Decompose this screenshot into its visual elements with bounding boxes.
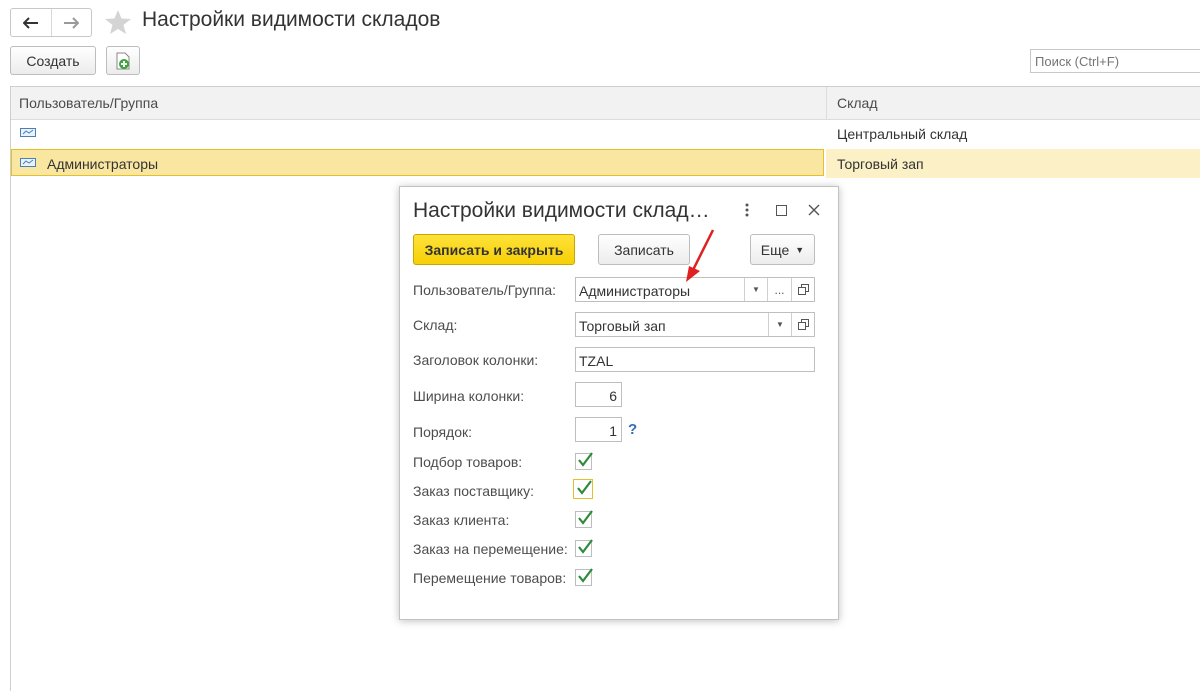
checkbox-transfer-order[interactable] (575, 539, 593, 557)
checkbox-label-goods-transfer: Перемещение товаров: (413, 570, 567, 586)
warehouse-value: Торговый зап (579, 318, 666, 334)
chevron-down-icon: ▼ (795, 244, 805, 255)
column-width-label: Ширина колонки: (413, 388, 525, 404)
open-button[interactable] (791, 313, 814, 336)
checkbox-goods-transfer[interactable] (575, 568, 593, 586)
more-button[interactable]: Еще ▼ (750, 234, 815, 265)
user-group-icon (20, 158, 36, 167)
dialog-title: Настройки видимости склад… (413, 199, 710, 222)
checkbox-label-supplier-order: Заказ поставщику: (413, 483, 534, 499)
checkmark-icon (578, 568, 593, 583)
settings-dialog: Настройки видимости склад… Записать и за… (399, 186, 839, 620)
cell-warehouse: Центральный склад (837, 126, 968, 142)
user-group-icon (20, 128, 36, 137)
ellipsis-icon: ... (774, 282, 785, 297)
arrow-left-icon (22, 16, 38, 29)
column-header-warehouse[interactable]: Склад (837, 95, 878, 111)
warehouse-field[interactable]: Торговый зап ▼ (575, 312, 815, 337)
help-icon[interactable]: ? (628, 421, 637, 438)
column-header-label: Заголовок колонки: (413, 352, 539, 368)
warehouse-label: Склад: (413, 317, 458, 333)
user-group-label: Пользователь/Группа: (413, 282, 557, 298)
arrow-right-icon (64, 16, 80, 29)
column-divider (826, 87, 827, 119)
open-window-icon (797, 319, 809, 330)
add-document-icon (116, 52, 130, 69)
create-button[interactable]: Создать (10, 46, 96, 75)
search-input[interactable] (1030, 49, 1200, 73)
column-width-input[interactable]: 6 (575, 382, 622, 407)
forward-button[interactable] (50, 9, 92, 36)
checkbox-supplier-order[interactable] (573, 479, 593, 499)
back-button[interactable] (11, 9, 51, 36)
table-row-selected[interactable]: Администраторы Торговый зап (11, 149, 1200, 178)
column-header-user-group[interactable]: Пользователь/Группа (19, 95, 158, 111)
chevron-down-icon: ▼ (752, 285, 760, 294)
order-label: Порядок: (413, 424, 473, 440)
history-nav-group (10, 8, 92, 37)
more-button-label: Еще (760, 241, 790, 258)
select-button[interactable]: ... (767, 278, 791, 301)
order-input[interactable]: 1 (575, 417, 622, 442)
column-header-input[interactable]: TZAL (575, 347, 815, 372)
table-row[interactable]: Центральный склад (11, 119, 1200, 148)
maximize-icon[interactable] (770, 199, 792, 221)
favorite-star-icon[interactable] (104, 9, 132, 35)
dropdown-button[interactable]: ▼ (744, 278, 767, 301)
checkbox-label-picking: Подбор товаров: (413, 454, 523, 470)
checkbox-label-client-order: Заказ клиента: (413, 512, 510, 528)
cell-warehouse-text: Торговый зап (837, 156, 924, 172)
dropdown-button[interactable]: ▼ (768, 313, 791, 336)
order-value: 1 (609, 423, 617, 439)
checkbox-client-order[interactable] (575, 510, 593, 528)
open-window-icon (797, 284, 809, 295)
add-copy-button[interactable] (106, 46, 140, 75)
table-header: Пользователь/Группа Склад (11, 87, 1200, 120)
checkbox-label-transfer-order: Заказ на перемещение: (413, 541, 568, 557)
checkbox-picking[interactable] (575, 452, 593, 470)
close-icon[interactable] (803, 199, 825, 221)
checkmark-icon (578, 452, 593, 467)
save-button[interactable]: Записать (598, 234, 690, 265)
open-button[interactable] (791, 278, 814, 301)
page-title: Настройки видимости складов (142, 8, 441, 31)
column-width-value: 6 (609, 388, 617, 404)
more-actions-icon[interactable] (736, 199, 758, 221)
checkmark-icon (578, 539, 593, 554)
save-and-close-button[interactable]: Записать и закрыть (413, 234, 575, 265)
chevron-down-icon: ▼ (776, 320, 784, 329)
checkmark-icon (577, 480, 592, 495)
column-header-value: TZAL (579, 353, 614, 369)
cell-user-group-text: Администраторы (47, 156, 159, 172)
annotation-arrow-icon (686, 229, 715, 282)
checkmark-icon (578, 510, 593, 525)
user-group-value: Администраторы (579, 283, 691, 299)
